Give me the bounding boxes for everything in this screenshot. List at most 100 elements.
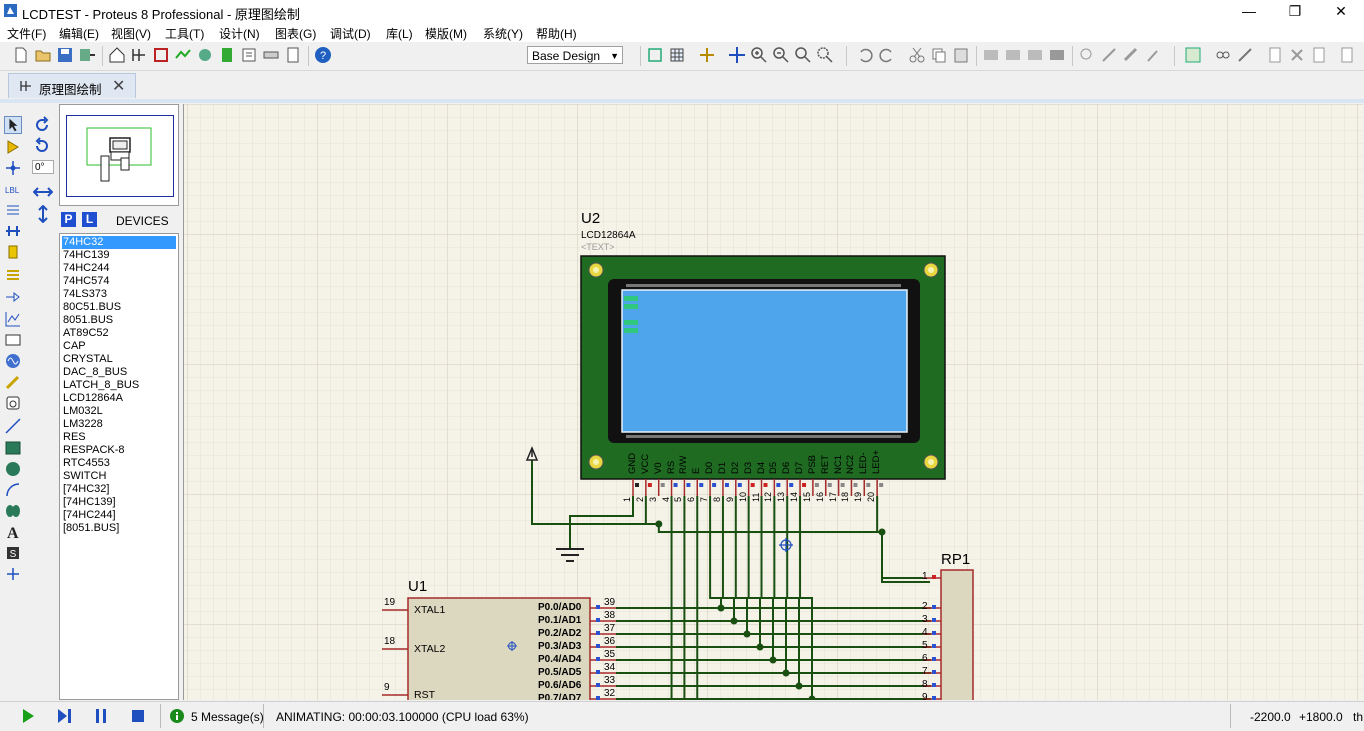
copy-icon[interactable]: [930, 46, 948, 64]
menu-system[interactable]: 系统(Y): [483, 25, 523, 42]
pan-icon[interactable]: [728, 46, 746, 64]
terminals-icon[interactable]: [4, 266, 22, 284]
device-list-item[interactable]: RESPACK-8: [62, 444, 176, 457]
device-list-item[interactable]: [8051.BUS]: [62, 522, 176, 535]
text-script-icon[interactable]: [4, 201, 22, 219]
line-tool-icon[interactable]: [4, 417, 22, 435]
device-list-item[interactable]: 74HC139: [62, 249, 176, 262]
close-tab-icon[interactable]: ✕: [112, 76, 125, 96]
step-button[interactable]: [57, 708, 73, 724]
device-list-item[interactable]: [74HC244]: [62, 509, 176, 522]
block-rotate-icon[interactable]: [1026, 46, 1044, 64]
graph-mode-icon[interactable]: [4, 310, 22, 328]
menu-file[interactable]: 文件(F): [7, 25, 46, 42]
component-mode-icon[interactable]: [4, 138, 22, 156]
close-button[interactable]: ✕: [1318, 0, 1364, 22]
schematic-drawing[interactable]: [184, 104, 1363, 700]
wire-autorouter-icon[interactable]: [1184, 46, 1202, 64]
save-icon[interactable]: [56, 46, 74, 64]
rotation-angle-field[interactable]: 0°: [32, 160, 54, 174]
marker-tool-icon[interactable]: [4, 565, 22, 583]
virtual-instruments-icon[interactable]: [4, 394, 22, 412]
device-list-item[interactable]: 74LS373: [62, 288, 176, 301]
search-part-icon[interactable]: [1214, 46, 1232, 64]
messages-count[interactable]: 5 Message(s): [191, 710, 264, 724]
menu-view[interactable]: 视图(V): [111, 25, 151, 42]
new-file-icon[interactable]: [12, 46, 30, 64]
device-list-item[interactable]: 8051.BUS: [62, 314, 176, 327]
home-icon[interactable]: [108, 46, 126, 64]
help-icon[interactable]: ?: [314, 46, 332, 64]
tape-recorder-icon[interactable]: [4, 331, 22, 349]
device-list-item[interactable]: AT89C52: [62, 327, 176, 340]
menu-design[interactable]: 设计(N): [219, 25, 260, 42]
device-list-item[interactable]: DAC_8_BUS: [62, 366, 176, 379]
decompose-icon[interactable]: [1144, 46, 1162, 64]
menu-template[interactable]: 模版(M): [425, 25, 467, 42]
open-folder-icon[interactable]: [34, 46, 52, 64]
tab-schematic-capture[interactable]: 原理图绘制 ✕: [8, 73, 136, 98]
device-list-item[interactable]: CRYSTAL: [62, 353, 176, 366]
design-notes-icon[interactable]: [284, 46, 302, 64]
bom-icon[interactable]: [218, 46, 236, 64]
menu-edit[interactable]: 编辑(E): [59, 25, 99, 42]
zoom-all-icon[interactable]: [794, 46, 812, 64]
mirror-horizontal-icon[interactable]: [33, 184, 53, 200]
device-list-item[interactable]: [74HC139]: [62, 496, 176, 509]
subcircuit-icon[interactable]: [4, 243, 22, 261]
device-list-item[interactable]: LCD12864A: [62, 392, 176, 405]
zoom-area-icon[interactable]: [816, 46, 834, 64]
device-list-item[interactable]: 80C51.BUS: [62, 301, 176, 314]
buses-icon[interactable]: [4, 222, 22, 240]
symbol-tool-icon[interactable]: S: [4, 544, 22, 562]
arc-tool-icon[interactable]: [4, 481, 22, 499]
pcb-layout-icon[interactable]: [152, 46, 170, 64]
grid-toggle-icon[interactable]: [668, 46, 686, 64]
3d-visualizer-icon[interactable]: [196, 46, 214, 64]
redo-icon[interactable]: [878, 46, 896, 64]
device-list-item[interactable]: 74HC574: [62, 275, 176, 288]
menu-debug[interactable]: 调试(D): [330, 25, 371, 42]
junction-dot-icon[interactable]: [4, 159, 22, 177]
remove-sheet-icon[interactable]: [1288, 46, 1306, 64]
device-list-item[interactable]: 74HC32: [62, 236, 176, 249]
zoom-in-icon[interactable]: [750, 46, 768, 64]
device-list-item[interactable]: LM3228: [62, 418, 176, 431]
overview-window[interactable]: [59, 104, 179, 206]
box-tool-icon[interactable]: [4, 439, 22, 457]
device-list-item[interactable]: LM032L: [62, 405, 176, 418]
schematic-canvas[interactable]: U2 LCD12864A <TEXT> U1 RP1 GND 1 VCC 2 V0 3 RS…: [183, 104, 1363, 700]
play-button[interactable]: [20, 708, 36, 724]
import-icon[interactable]: [78, 46, 96, 64]
paste-icon[interactable]: [952, 46, 970, 64]
block-delete-icon[interactable]: [1048, 46, 1066, 64]
generator-icon[interactable]: [4, 352, 22, 370]
pick-device-icon[interactable]: [1078, 46, 1096, 64]
rotate-anticlockwise-icon[interactable]: [33, 137, 51, 155]
voltage-probe-icon[interactable]: [4, 373, 22, 391]
menu-library[interactable]: 库(L): [386, 25, 413, 42]
device-list-item[interactable]: [74HC32]: [62, 483, 176, 496]
path-tool-icon[interactable]: [4, 502, 22, 520]
library-manager-button[interactable]: L: [82, 212, 97, 227]
design-variant-select[interactable]: Base Design ▼: [527, 46, 623, 64]
device-list-item[interactable]: LATCH_8_BUS: [62, 379, 176, 392]
menu-graph[interactable]: 图表(G): [275, 25, 316, 42]
menu-tools[interactable]: 工具(T): [165, 25, 204, 42]
device-list-item[interactable]: SWITCH: [62, 470, 176, 483]
netlist-icon[interactable]: [1338, 46, 1356, 64]
selection-mode-icon[interactable]: [4, 116, 22, 134]
new-sheet-icon[interactable]: [1266, 46, 1284, 64]
exit-to-parent-icon[interactable]: [1310, 46, 1328, 64]
device-pins-icon[interactable]: [4, 288, 22, 306]
packaging-tool-icon[interactable]: [1122, 46, 1140, 64]
schematic-icon[interactable]: [130, 46, 148, 64]
minimize-button[interactable]: —: [1226, 0, 1272, 22]
text-tool-icon[interactable]: A: [4, 523, 22, 541]
cut-icon[interactable]: [908, 46, 926, 64]
device-list-item[interactable]: RES: [62, 431, 176, 444]
zoom-out-icon[interactable]: [772, 46, 790, 64]
circle-tool-icon[interactable]: [4, 460, 22, 478]
simulation-graph-icon[interactable]: [174, 46, 192, 64]
block-move-icon[interactable]: [1004, 46, 1022, 64]
